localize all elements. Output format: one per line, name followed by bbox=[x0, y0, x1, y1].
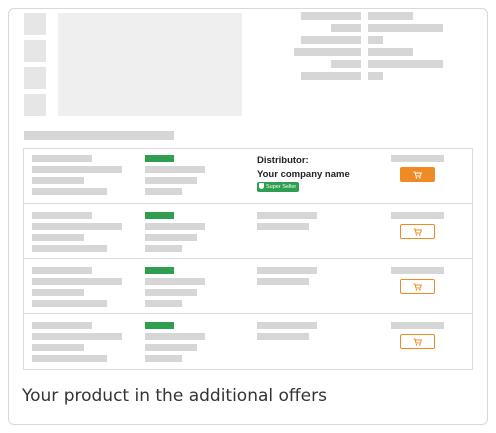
spec-value bbox=[368, 36, 383, 44]
cart-icon bbox=[413, 171, 422, 179]
product-line bbox=[32, 245, 107, 252]
offer-row bbox=[24, 204, 472, 259]
price-line bbox=[391, 267, 444, 274]
product-line bbox=[32, 322, 92, 329]
offer-row-highlighted: Distributor: Your company name Super Sel… bbox=[24, 149, 472, 204]
company-name: Your company name bbox=[257, 169, 350, 180]
offers-table: Distributor: Your company name Super Sel… bbox=[23, 148, 473, 370]
product-line bbox=[32, 267, 92, 274]
product-line bbox=[32, 355, 107, 362]
product-line bbox=[32, 155, 92, 162]
stock-line bbox=[145, 355, 182, 362]
price-line bbox=[391, 155, 444, 162]
stock-line bbox=[145, 177, 197, 184]
product-line bbox=[32, 223, 122, 230]
distributor-line bbox=[257, 212, 317, 219]
availability-indicator bbox=[145, 155, 174, 162]
distributor-line bbox=[257, 267, 317, 274]
price-line bbox=[391, 322, 444, 329]
offer-row bbox=[24, 259, 472, 314]
availability-indicator bbox=[145, 267, 174, 274]
price-line bbox=[391, 212, 444, 219]
add-to-cart-button[interactable] bbox=[400, 167, 435, 182]
distributor-line bbox=[257, 322, 317, 329]
cart-icon bbox=[413, 338, 422, 346]
distributor-label: Distributor: bbox=[257, 155, 309, 166]
distributor-line bbox=[257, 223, 309, 230]
product-image bbox=[58, 13, 242, 116]
thumbnail[interactable] bbox=[24, 94, 46, 116]
product-line bbox=[32, 188, 107, 195]
distributor-line bbox=[257, 278, 309, 285]
add-to-cart-button[interactable] bbox=[400, 334, 435, 349]
stock-line bbox=[145, 278, 205, 285]
product-line bbox=[32, 278, 122, 285]
stock-line bbox=[145, 188, 182, 195]
spec-value bbox=[368, 48, 413, 56]
product-line bbox=[32, 166, 122, 173]
add-to-cart-button[interactable] bbox=[400, 279, 435, 294]
add-to-cart-button[interactable] bbox=[400, 224, 435, 239]
product-line bbox=[32, 344, 84, 351]
thumbnail[interactable] bbox=[24, 40, 46, 62]
stock-line bbox=[145, 344, 197, 351]
badge-label: Super Seller bbox=[266, 184, 297, 190]
spec-value bbox=[368, 24, 443, 32]
distributor-line bbox=[257, 333, 309, 340]
offer-row bbox=[24, 314, 472, 369]
spec-value bbox=[368, 72, 383, 80]
thumbnail[interactable] bbox=[24, 13, 46, 35]
spec-label bbox=[331, 24, 361, 32]
availability-indicator bbox=[145, 322, 174, 329]
stock-line bbox=[145, 333, 205, 340]
shield-icon bbox=[259, 183, 264, 190]
spec-label bbox=[294, 48, 361, 56]
spec-label bbox=[301, 12, 361, 20]
stock-line bbox=[145, 300, 182, 307]
thumbnail[interactable] bbox=[24, 67, 46, 89]
product-line bbox=[32, 289, 84, 296]
stock-line bbox=[145, 245, 182, 252]
spec-value bbox=[368, 12, 413, 20]
spec-label bbox=[301, 72, 361, 80]
stock-line bbox=[145, 289, 197, 296]
availability-indicator bbox=[145, 212, 174, 219]
stock-line bbox=[145, 223, 205, 230]
spec-value bbox=[368, 60, 443, 68]
stock-line bbox=[145, 166, 205, 173]
spec-label bbox=[331, 60, 361, 68]
section-heading bbox=[24, 131, 174, 140]
cart-icon bbox=[413, 283, 422, 291]
product-line bbox=[32, 212, 92, 219]
product-line bbox=[32, 333, 122, 340]
spec-label bbox=[301, 36, 361, 44]
product-line bbox=[32, 300, 107, 307]
super-seller-badge: Super Seller bbox=[257, 182, 300, 192]
cart-icon bbox=[413, 228, 422, 236]
stock-line bbox=[145, 234, 197, 241]
product-line bbox=[32, 234, 84, 241]
product-line bbox=[32, 177, 84, 184]
caption: Your product in the additional offers bbox=[22, 386, 327, 406]
